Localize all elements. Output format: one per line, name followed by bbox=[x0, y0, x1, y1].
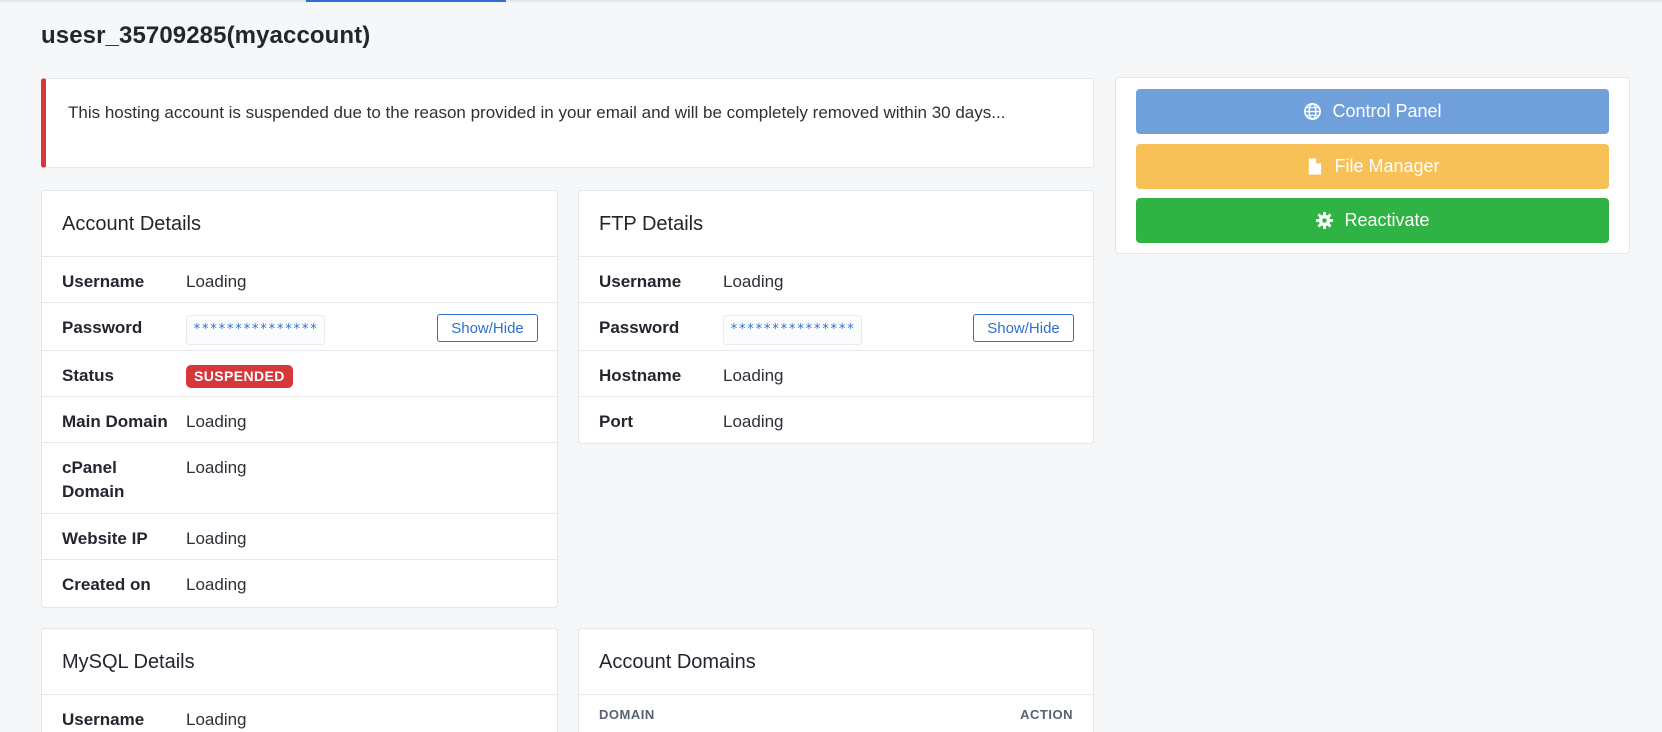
account-status-row: Status SUSPENDED bbox=[42, 351, 557, 397]
suspension-alert: This hosting account is suspended due to… bbox=[41, 78, 1094, 168]
row-label: Username bbox=[62, 710, 145, 729]
button-label: Control Panel bbox=[1332, 101, 1442, 121]
row-label: Main Domain bbox=[62, 412, 168, 431]
domains-table-header: DOMAIN ACTION bbox=[579, 695, 1093, 722]
mysql-details-card: MySQL Details Username Loading bbox=[41, 628, 558, 732]
row-value: Loading bbox=[186, 710, 247, 729]
card-title: FTP Details bbox=[579, 191, 1093, 257]
row-value: Loading bbox=[186, 458, 247, 477]
account-password-row: Password *************** Show/Hide bbox=[42, 303, 557, 351]
row-value: *************** Show/Hide bbox=[186, 303, 557, 350]
row-value: SUSPENDED bbox=[186, 351, 557, 396]
card-title: Account Details bbox=[42, 191, 557, 257]
show-hide-password-button[interactable]: Show/Hide bbox=[973, 314, 1074, 342]
row-label: Created on bbox=[62, 575, 151, 594]
actions-card: Control Panel File Manager Reactivate bbox=[1115, 77, 1630, 254]
ftp-username-row: Username Loading bbox=[579, 257, 1093, 303]
password-field: *************** bbox=[723, 315, 862, 345]
status-badge: SUSPENDED bbox=[186, 365, 293, 388]
card-title: MySQL Details bbox=[42, 629, 557, 695]
control-panel-button[interactable]: Control Panel bbox=[1136, 89, 1609, 134]
active-tab-indicator bbox=[306, 0, 506, 2]
show-hide-password-button[interactable]: Show/Hide bbox=[437, 314, 538, 342]
ftp-port-row: Port Loading bbox=[579, 397, 1093, 443]
row-label: Hostname bbox=[599, 366, 682, 385]
row-value: Loading bbox=[186, 575, 247, 594]
row-value: Loading bbox=[186, 529, 247, 548]
row-label: Password bbox=[62, 318, 143, 337]
account-created-row: Created on Loading bbox=[42, 560, 557, 606]
row-value: *************** Show/Hide bbox=[723, 303, 1093, 350]
column-header-domain: DOMAIN bbox=[599, 707, 655, 722]
row-label: Status bbox=[62, 366, 114, 385]
mysql-username-row: Username Loading bbox=[42, 695, 557, 732]
row-label: Port bbox=[599, 412, 633, 431]
row-value: Loading bbox=[186, 272, 247, 291]
row-label: Website IP bbox=[62, 529, 148, 548]
card-title: Account Domains bbox=[579, 629, 1093, 695]
row-value: Loading bbox=[186, 412, 247, 431]
ftp-password-row: Password *************** Show/Hide bbox=[579, 303, 1093, 351]
button-label: Reactivate bbox=[1344, 210, 1430, 230]
alert-text: This hosting account is suspended due to… bbox=[68, 103, 1006, 122]
row-value: Loading bbox=[723, 366, 784, 385]
globe-icon bbox=[1304, 103, 1322, 120]
account-domains-card: Account Domains DOMAIN ACTION bbox=[578, 628, 1094, 732]
column-header-action: ACTION bbox=[1020, 707, 1073, 722]
reactivate-button[interactable]: Reactivate bbox=[1136, 198, 1609, 243]
page-title: usesr_35709285(myaccount) bbox=[41, 22, 371, 49]
account-main-domain-row: Main Domain Loading bbox=[42, 397, 557, 443]
file-manager-button[interactable]: File Manager bbox=[1136, 144, 1609, 189]
ftp-hostname-row: Hostname Loading bbox=[579, 351, 1093, 397]
account-details-card: Account Details Username Loading Passwor… bbox=[41, 190, 558, 608]
top-tab-bar bbox=[0, 0, 1662, 2]
row-value: Loading bbox=[723, 272, 784, 291]
row-label: Password bbox=[599, 318, 680, 337]
row-label: Username bbox=[62, 272, 145, 291]
button-label: File Manager bbox=[1334, 156, 1440, 176]
gear-icon bbox=[1316, 211, 1334, 230]
password-field: *************** bbox=[186, 315, 325, 345]
file-icon bbox=[1309, 158, 1322, 175]
row-label: Username bbox=[599, 272, 682, 291]
row-value: Loading bbox=[723, 412, 784, 431]
account-username-row: Username Loading bbox=[42, 257, 557, 303]
row-label: cPanel Domain bbox=[62, 458, 125, 501]
account-website-ip-row: Website IP Loading bbox=[42, 514, 557, 560]
account-cpanel-domain-row: cPanel Domain Loading bbox=[42, 443, 557, 514]
ftp-details-card: FTP Details Username Loading Password **… bbox=[578, 190, 1094, 444]
